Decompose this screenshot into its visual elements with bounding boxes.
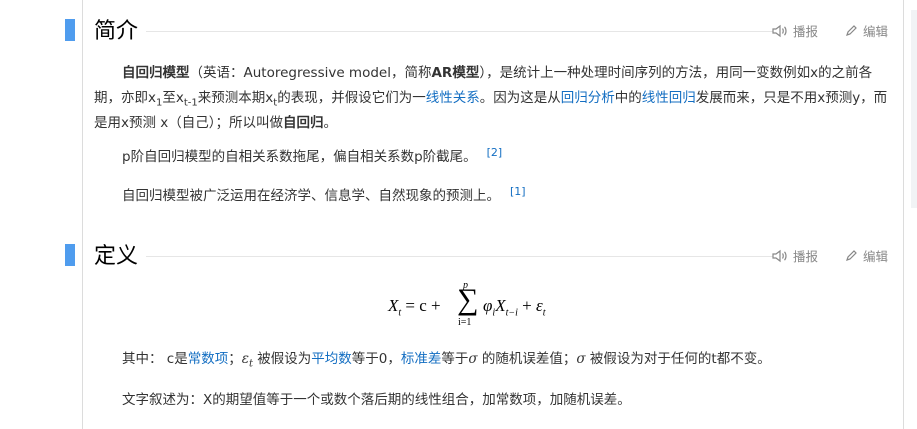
text: ；	[228, 351, 242, 367]
text: 来预测本期x	[197, 90, 274, 106]
text: 中的	[614, 90, 642, 106]
edit-label: 编辑	[863, 249, 889, 264]
sum-lower: i=1	[458, 317, 472, 328]
text: 被假设为	[253, 351, 312, 367]
section-divider	[146, 256, 773, 257]
text: 。	[323, 115, 338, 131]
definition-paragraph-2: 文字叙述为：X的期望值等于一个或数个落后期的线性组合，加常数项，加随机误差。	[94, 388, 890, 413]
intro-paragraph: 自回归模型（英语：Autoregressive model，简称AR模型），是统…	[94, 61, 890, 136]
text: p阶自回归模型的自相关系数拖尾，偏自相关系数p阶截尾。	[122, 149, 477, 165]
edit-label: 编辑	[863, 24, 889, 39]
sum-sign: ∑	[457, 283, 479, 316]
reference-link[interactable]: [1]	[510, 185, 526, 198]
term-bold: 自回归模型	[122, 65, 190, 81]
text: 文字叙述为：X的期望值等于一个或数个落后期的线性组合，加常数项，加随机误差。	[122, 392, 631, 408]
link-constant-term[interactable]: 常数项	[188, 351, 229, 367]
intro-paragraph-3: 自回归模型被广泛运用在经济学、信息学、自然现象的预测上。 [1]	[94, 184, 890, 209]
formula-lhs: Xt = c +	[388, 296, 441, 318]
eps: ε	[241, 351, 249, 367]
intro-paragraph-2: p阶自回归模型的自相关系数拖尾，偏自相关系数p阶截尾。 [2]	[94, 145, 890, 170]
abbr-bold: AR模型	[431, 65, 480, 81]
formula-eq: = c +	[401, 296, 441, 315]
speaker-icon	[772, 24, 787, 37]
section-header-definition: 定义 播报 编辑	[0, 236, 910, 276]
var-phi: φ	[483, 296, 493, 315]
pencil-icon	[846, 250, 857, 261]
section-divider	[146, 31, 773, 32]
term2-bold: 自回归	[283, 115, 324, 131]
text: 等于	[441, 351, 469, 367]
section-title: 简介	[94, 19, 139, 44]
sub-t-i: t−i	[505, 307, 518, 319]
text: 等于0，	[351, 351, 401, 367]
text: 的随机误差值；	[477, 351, 577, 367]
link-standard-deviation[interactable]: 标准差	[401, 351, 442, 367]
var-x: X	[495, 296, 506, 315]
definition-paragraph: 其中： c是常数项；εt 被假设为平均数等于0，标准差等于σ 的随机误差值；σ …	[94, 347, 890, 372]
sigma-symbol: σ	[468, 351, 478, 367]
section-marker	[65, 244, 75, 266]
link-regression-analysis[interactable]: 回归分析	[561, 90, 615, 106]
reference-link[interactable]: [2]	[487, 146, 503, 159]
edit-button[interactable]: 编辑	[845, 21, 888, 40]
content-left-border	[82, 0, 83, 429]
report-label: 播报	[793, 24, 819, 39]
content-right-border	[903, 0, 904, 429]
link-linear-relation[interactable]: 线性关系	[426, 90, 480, 106]
side-scroll-strip	[911, 10, 917, 208]
link-linear-regression[interactable]: 线性回归	[642, 90, 696, 106]
var-eps: ε	[535, 296, 543, 315]
plus: +	[517, 296, 536, 315]
report-button[interactable]: 播报	[772, 246, 818, 265]
var-x: X	[388, 296, 399, 315]
report-label: 播报	[793, 249, 819, 264]
link-mean[interactable]: 平均数	[311, 351, 352, 367]
section-marker	[65, 19, 75, 41]
subscript: t-1	[183, 97, 198, 109]
epsilon-symbol: εt	[241, 351, 253, 369]
sigma-symbol: σ	[576, 351, 586, 367]
sub-t: t	[542, 307, 546, 319]
text: （英语：Autoregressive model，简称	[189, 65, 432, 81]
text: 被假设为对于任何的t都不变。	[585, 351, 771, 367]
text: 至x	[162, 90, 184, 106]
text: 其中： c是	[122, 351, 188, 367]
formula-rhs: φiXt−i + εt	[483, 296, 546, 319]
text: 的表现，并假设它们为一	[277, 90, 426, 106]
pencil-icon	[846, 25, 857, 36]
ar-formula: Xt = c + p ∑ i=1 φiXt−i + εt	[388, 280, 578, 332]
report-button[interactable]: 播报	[772, 21, 818, 40]
speaker-icon	[772, 249, 787, 262]
edit-button[interactable]: 编辑	[845, 246, 888, 265]
section-title: 定义	[94, 244, 139, 269]
text: 自回归模型被广泛运用在经济学、信息学、自然现象的预测上。	[122, 188, 500, 204]
section-header-intro: 简介 播报 编辑	[0, 11, 910, 51]
text: 。因为这是从	[479, 90, 561, 106]
